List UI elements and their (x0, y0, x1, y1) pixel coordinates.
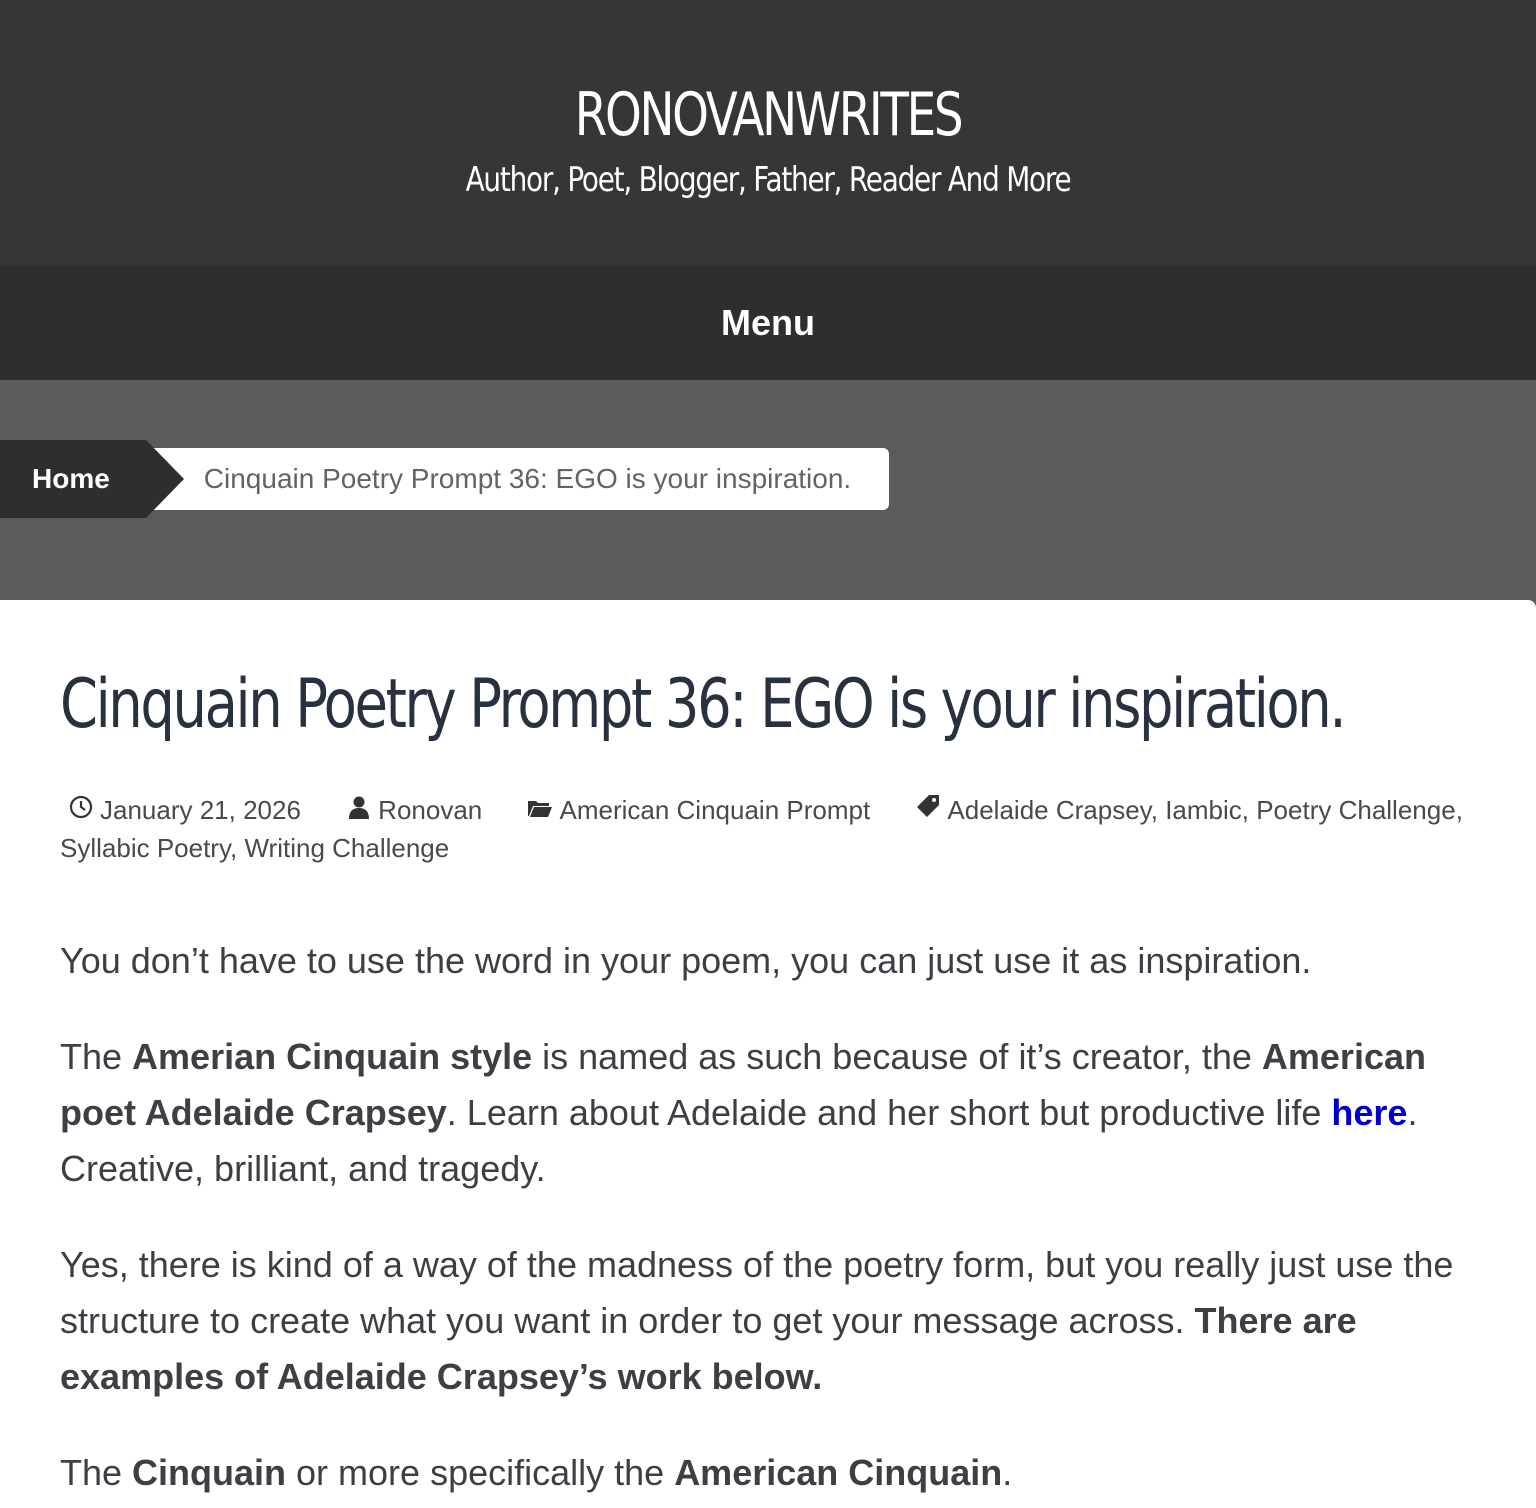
here-link[interactable]: here (1331, 1092, 1407, 1133)
tag-link[interactable]: Adelaide Crapsey (947, 795, 1150, 825)
post-date-link[interactable]: January 21, 2026 (100, 795, 301, 825)
tag-link[interactable]: Syllabic Poetry (60, 833, 230, 863)
post-title: Cinquain Poetry Prompt 36: EGO is your i… (60, 665, 1347, 744)
tag-link[interactable]: Writing Challenge (244, 833, 449, 863)
tag-icon (915, 793, 941, 830)
meta-date: January 21, 2026 (60, 795, 308, 825)
post-author-link[interactable]: Ronovan (378, 795, 482, 825)
user-icon (346, 793, 372, 830)
breadcrumb-home-link[interactable]: Home (0, 440, 184, 518)
main-navigation: Menu (0, 266, 1536, 380)
breadcrumb-current: Cinquain Poetry Prompt 36: EGO is your i… (145, 448, 890, 510)
paragraph: The Amerian Cinquain style is named as s… (60, 1036, 1426, 1189)
folder-icon (527, 793, 553, 830)
page-header: Home Cinquain Poetry Prompt 36: EGO is y… (0, 380, 1536, 600)
clock-icon (68, 793, 94, 830)
tag-link[interactable]: Poetry Challenge (1256, 795, 1455, 825)
paragraph: Yes, there is kind of a way of the madne… (60, 1244, 1454, 1397)
post-content-area: Cinquain Poetry Prompt 36: EGO is your i… (0, 600, 1536, 1508)
meta-category: American Cinquain Prompt (519, 795, 877, 825)
site-header: RONOVANWRITES Author, Poet, Blogger, Fat… (0, 0, 1536, 266)
site-description: Author, Poet, Blogger, Father, Reader An… (465, 160, 1072, 200)
menu-toggle-button[interactable]: Menu (721, 302, 815, 344)
tag-link[interactable]: Iambic (1165, 795, 1242, 825)
paragraph: The Cinquain or more specifically the Am… (60, 1452, 1013, 1493)
post-body: You don’t have to use the word in your p… (60, 933, 1476, 1501)
site-title[interactable]: RONOVANWRITES (169, 80, 1367, 150)
post-meta: January 21, 2026 Ronovan American Cinqua… (60, 792, 1476, 867)
paragraph: You don’t have to use the word in your p… (60, 940, 1312, 981)
meta-author: Ronovan (338, 795, 489, 825)
post-category-link[interactable]: American Cinquain Prompt (559, 795, 870, 825)
breadcrumb: Home Cinquain Poetry Prompt 36: EGO is y… (0, 440, 890, 518)
